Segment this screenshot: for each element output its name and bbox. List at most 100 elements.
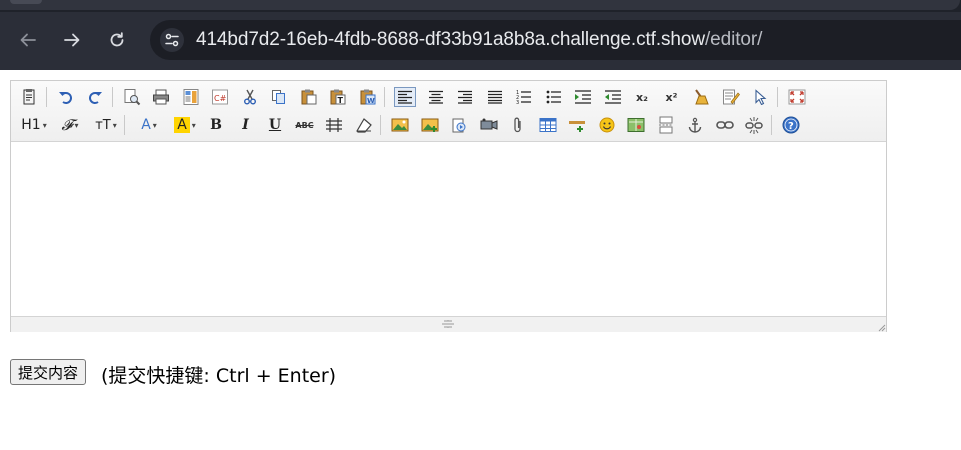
clear-format-button[interactable] xyxy=(691,87,711,107)
help-button[interactable]: ? xyxy=(781,115,801,135)
print-button[interactable] xyxy=(151,87,171,107)
unordered-list-button[interactable] xyxy=(544,87,564,107)
align-left-button[interactable] xyxy=(394,87,416,107)
select-all-icon xyxy=(755,89,767,105)
media-icon xyxy=(480,118,497,130)
multi-image-button[interactable] xyxy=(420,115,440,135)
forward-button[interactable] xyxy=(58,26,86,54)
flash-button[interactable] xyxy=(449,115,469,135)
underline-button[interactable]: U xyxy=(265,115,285,135)
undo-button[interactable] xyxy=(56,87,76,107)
submit-button[interactable]: 提交内容 xyxy=(10,359,87,385)
tab-strip xyxy=(0,0,961,12)
resize-handle-icon[interactable] xyxy=(440,320,456,328)
select-all-button[interactable] xyxy=(750,87,770,107)
toolbar-separator xyxy=(124,115,125,135)
back-button[interactable] xyxy=(14,26,42,54)
italic-label: I xyxy=(242,117,249,133)
font-family-dropdown[interactable]: 𝓕 ▾ xyxy=(55,115,85,135)
quick-format-icon xyxy=(722,89,740,105)
anchor-icon xyxy=(688,117,702,133)
site-info-button[interactable] xyxy=(160,28,184,52)
paste-icon xyxy=(301,89,316,105)
highlight-color-dropdown[interactable]: A ▾ xyxy=(170,115,200,135)
map-button[interactable] xyxy=(626,115,646,135)
unordered-list-icon xyxy=(546,90,561,104)
copy-button[interactable] xyxy=(269,87,289,107)
page-break-button[interactable] xyxy=(656,115,676,135)
superscript-button[interactable]: x² xyxy=(662,87,682,107)
table-button[interactable] xyxy=(538,115,558,135)
font-size-dropdown[interactable]: тT ▾ xyxy=(91,115,121,135)
fullscreen-icon xyxy=(788,89,805,105)
outdent-button[interactable] xyxy=(603,87,623,107)
toolbar-separator xyxy=(111,87,113,107)
active-tab[interactable] xyxy=(0,0,960,10)
code-snippet-button[interactable]: C# xyxy=(210,87,230,107)
remove-format-button[interactable] xyxy=(354,115,374,135)
source-code-button[interactable] xyxy=(19,87,39,107)
heading-dropdown[interactable]: H1 ▾ xyxy=(19,115,49,135)
paste-word-button[interactable]: W xyxy=(358,87,378,107)
highlight-label: A xyxy=(174,117,190,133)
paste-button[interactable] xyxy=(299,87,319,107)
font-color-dropdown[interactable]: A ▾ xyxy=(134,115,164,135)
line-height-button[interactable] xyxy=(324,115,344,135)
line-height-icon xyxy=(326,118,342,132)
strikethrough-button[interactable]: ABC xyxy=(295,115,315,135)
back-arrow-icon xyxy=(20,33,36,47)
toolbar-separator xyxy=(45,87,47,107)
corner-resize-icon[interactable] xyxy=(876,322,886,332)
toolbar-separator xyxy=(776,87,778,107)
superscript-label: x² xyxy=(665,90,678,104)
align-right-button[interactable] xyxy=(455,87,475,107)
media-button[interactable] xyxy=(479,115,499,135)
template-button[interactable] xyxy=(181,87,201,107)
table-icon xyxy=(539,118,556,132)
image-button[interactable] xyxy=(390,115,410,135)
redo-button[interactable] xyxy=(85,87,105,107)
cut-button[interactable] xyxy=(240,87,260,107)
reload-button[interactable] xyxy=(103,26,131,54)
preview-button[interactable] xyxy=(122,87,142,107)
forward-arrow-icon xyxy=(64,33,80,47)
italic-button[interactable]: I xyxy=(236,115,256,135)
horizontal-rule-button[interactable] xyxy=(567,115,587,135)
chevron-down-icon: ▾ xyxy=(42,120,47,130)
editor-content-area[interactable] xyxy=(11,142,886,316)
template-icon xyxy=(183,89,198,105)
heading-label: H1 xyxy=(21,117,41,133)
editor-toolbar: C# T W 1 2 3 x₂ x² H1 ▾ 𝓕 ▾ тT ▾ A ▾ A ▾… xyxy=(11,81,886,142)
undo-icon xyxy=(58,92,72,104)
anchor-button[interactable] xyxy=(685,115,705,135)
svg-text:3: 3 xyxy=(516,100,519,105)
link-button[interactable] xyxy=(715,115,735,135)
reload-icon xyxy=(110,32,124,47)
shortcut-hint: (提交快捷键: Ctrl + Enter) xyxy=(101,365,337,387)
paste-text-button[interactable]: T xyxy=(328,87,348,107)
unlink-button[interactable] xyxy=(744,115,764,135)
svg-text:T: T xyxy=(338,96,344,105)
align-justify-icon xyxy=(487,90,502,104)
chevron-down-icon: ▾ xyxy=(191,120,196,130)
bold-label: B xyxy=(210,117,222,133)
url-text[interactable]: 414bd7d2-16eb-4fdb-8688-df33b91a8b8a.cha… xyxy=(196,29,762,51)
url-path: /editor/ xyxy=(704,29,763,50)
remove-format-icon xyxy=(355,118,372,133)
toolbar-separator xyxy=(380,115,381,135)
ordered-list-icon: 123 xyxy=(516,90,531,105)
ordered-list-button[interactable]: 123 xyxy=(514,87,534,107)
quick-format-button[interactable] xyxy=(721,87,741,107)
url-host: 414bd7d2-16eb-4fdb-8688-df33b91a8b8a.cha… xyxy=(196,29,705,50)
align-justify-button[interactable] xyxy=(485,87,505,107)
rich-text-editor: C# T W 1 2 3 x₂ x² H1 ▾ 𝓕 ▾ тT ▾ A ▾ A ▾… xyxy=(10,80,887,332)
emoticon-button[interactable] xyxy=(597,115,617,135)
indent-button[interactable] xyxy=(573,87,593,107)
bold-button[interactable]: B xyxy=(206,115,226,135)
fullscreen-button[interactable] xyxy=(787,87,807,107)
subscript-button[interactable]: x₂ xyxy=(632,87,652,107)
print-icon xyxy=(153,89,169,105)
attachment-icon xyxy=(514,117,521,133)
attachment-button[interactable] xyxy=(508,115,528,135)
align-center-button[interactable] xyxy=(426,87,446,107)
